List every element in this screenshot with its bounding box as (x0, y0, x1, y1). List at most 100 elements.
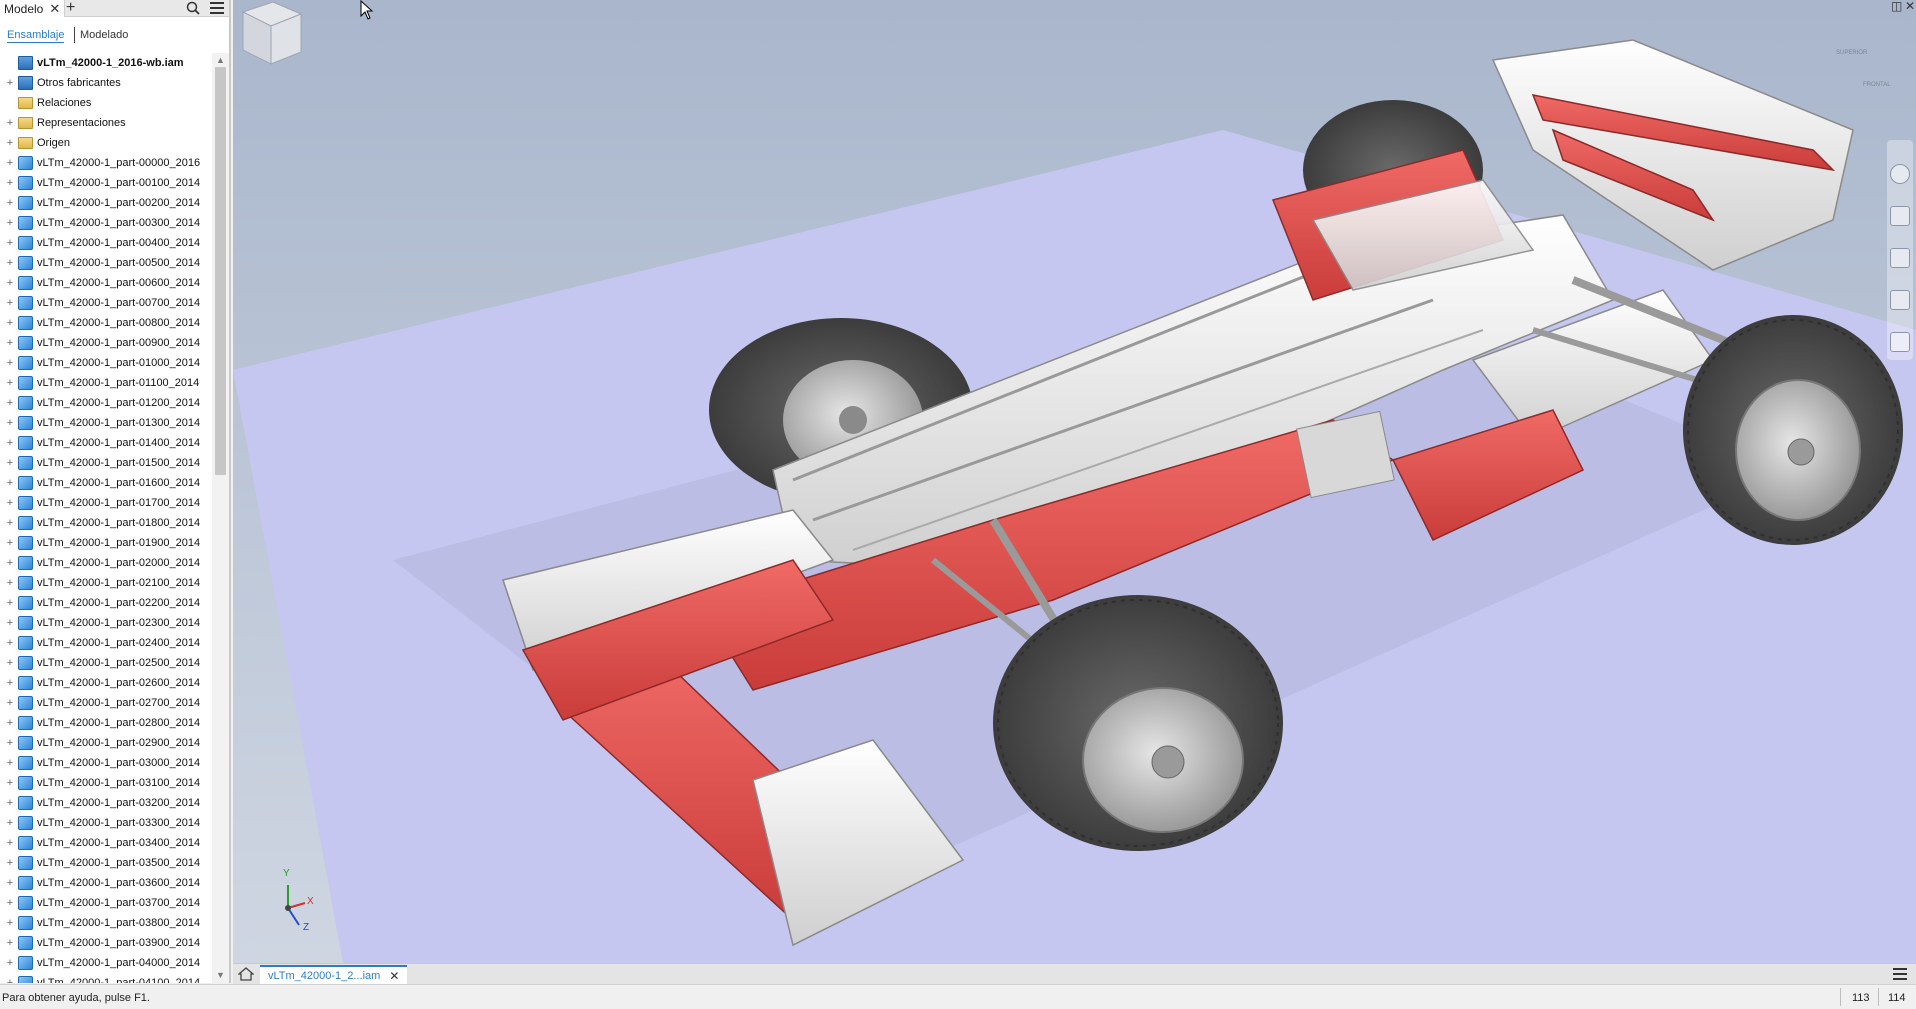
expand-icon[interactable]: + (5, 777, 15, 789)
expand-icon[interactable]: + (5, 377, 15, 389)
tree-scrollbar[interactable]: ▲ ▼ (212, 53, 229, 983)
tree-item[interactable]: + vLTm_42000-1_part-03000_2014 (0, 753, 212, 773)
tree-item[interactable]: + vLTm_42000-1_part-01400_2014 (0, 433, 212, 453)
tree-item[interactable]: + vLTm_42000-1_part-03300_2014 (0, 813, 212, 833)
expand-icon[interactable]: + (5, 937, 15, 949)
tree-item[interactable]: + vLTm_42000-1_part-00600_2014 (0, 273, 212, 293)
tab-modelado[interactable]: Modelado (80, 28, 128, 42)
expand-icon[interactable]: + (5, 717, 15, 729)
tree-item[interactable]: + vLTm_42000-1_part-03800_2014 (0, 913, 212, 933)
expand-icon[interactable]: + (5, 657, 15, 669)
tree-item[interactable]: + vLTm_42000-1_part-01700_2014 (0, 493, 212, 513)
expand-icon[interactable]: + (5, 337, 15, 349)
home-icon[interactable] (238, 967, 254, 981)
tree-item[interactable]: + vLTm_42000-1_part-01500_2014 (0, 453, 212, 473)
expand-icon[interactable]: + (5, 557, 15, 569)
expand-icon[interactable]: + (5, 357, 15, 369)
expand-icon[interactable]: + (5, 437, 15, 449)
tree-item[interactable]: + vLTm_42000-1_part-04000_2014 (0, 953, 212, 973)
tree-item[interactable]: + vLTm_42000-1_part-01200_2014 (0, 393, 212, 413)
tree-item[interactable]: + vLTm_42000-1_part-02800_2014 (0, 713, 212, 733)
expand-icon[interactable]: + (5, 137, 15, 149)
expand-icon[interactable]: + (5, 237, 15, 249)
add-panel-icon[interactable]: + (66, 0, 75, 17)
tree-item[interactable]: + vLTm_42000-1_part-00800_2014 (0, 313, 212, 333)
expand-icon[interactable]: + (5, 797, 15, 809)
tree-item[interactable]: + vLTm_42000-1_part-02700_2014 (0, 693, 212, 713)
expand-icon[interactable]: + (5, 677, 15, 689)
scroll-down-icon[interactable]: ▼ (216, 970, 225, 980)
expand-icon[interactable]: + (5, 417, 15, 429)
tree-item[interactable]: + vLTm_42000-1_part-02900_2014 (0, 733, 212, 753)
expand-icon[interactable]: + (5, 257, 15, 269)
expand-icon[interactable]: + (5, 537, 15, 549)
tree-item[interactable]: + vLTm_42000-1_part-02400_2014 (0, 633, 212, 653)
expand-icon[interactable]: + (5, 817, 15, 829)
tree-item[interactable]: + vLTm_42000-1_part-02600_2014 (0, 673, 212, 693)
tree-item[interactable]: + Representaciones (0, 113, 212, 133)
expand-icon[interactable]: + (5, 617, 15, 629)
expand-icon[interactable]: + (5, 117, 15, 129)
tree-item[interactable]: + vLTm_42000-1_part-03900_2014 (0, 933, 212, 953)
expand-icon[interactable]: + (5, 317, 15, 329)
panel-tab-modelo[interactable]: Modelo ✕ (0, 0, 66, 17)
expand-icon[interactable]: + (5, 877, 15, 889)
tree-item[interactable]: + vLTm_42000-1_part-00500_2014 (0, 253, 212, 273)
tree-item[interactable]: + vLTm_42000-1_part-00100_2014 (0, 173, 212, 193)
expand-icon[interactable]: + (5, 857, 15, 869)
expand-icon[interactable]: + (5, 837, 15, 849)
expand-icon[interactable]: + (5, 637, 15, 649)
expand-icon[interactable]: + (5, 277, 15, 289)
tab-ensamblaje[interactable]: Ensamblaje (7, 28, 65, 43)
tree-root-item[interactable]: vLTm_42000-1_2016-wb.iam (0, 53, 212, 73)
tree-item[interactable]: + vLTm_42000-1_part-01300_2014 (0, 413, 212, 433)
steering-wheel-icon[interactable] (1890, 164, 1910, 184)
expand-icon[interactable]: + (5, 457, 15, 469)
viewcube[interactable] (233, 0, 307, 80)
tree-item[interactable]: + vLTm_42000-1_part-00200_2014 (0, 193, 212, 213)
close-icon[interactable]: ✕ (389, 969, 399, 983)
tree-item[interactable]: + Otros fabricantes (0, 73, 212, 93)
document-tab-active[interactable]: vLTm_42000-1_2...iam ✕ (260, 965, 408, 984)
expand-icon[interactable]: + (5, 917, 15, 929)
expand-icon[interactable]: + (5, 297, 15, 309)
tree-item[interactable]: + vLTm_42000-1_part-02100_2014 (0, 573, 212, 593)
tree-item[interactable]: + vLTm_42000-1_part-03400_2014 (0, 833, 212, 853)
expand-icon[interactable]: + (5, 497, 15, 509)
expand-icon[interactable]: + (5, 77, 15, 89)
tree-item[interactable]: + vLTm_42000-1_part-00400_2014 (0, 233, 212, 253)
tree-item[interactable]: + vLTm_42000-1_part-04100_2014 (0, 973, 212, 983)
zoom-icon[interactable] (1890, 248, 1910, 268)
tree-item[interactable]: + vLTm_42000-1_part-03700_2014 (0, 893, 212, 913)
expand-icon[interactable]: + (5, 517, 15, 529)
scrollbar-thumb[interactable] (215, 67, 226, 475)
expand-icon[interactable]: + (5, 957, 15, 969)
orbit-icon[interactable] (1890, 290, 1910, 310)
tree-item[interactable]: + vLTm_42000-1_part-02000_2014 (0, 553, 212, 573)
expand-icon[interactable]: + (5, 197, 15, 209)
hamburger-menu-icon[interactable] (210, 2, 224, 14)
tree-item[interactable]: + vLTm_42000-1_part-02300_2014 (0, 613, 212, 633)
graphics-viewport[interactable]: Y X Z SUPERIOR FRONTAL ◫ ✕ (233, 0, 1916, 963)
tree-item[interactable]: + vLTm_42000-1_part-01000_2014 (0, 353, 212, 373)
expand-icon[interactable]: + (5, 157, 15, 169)
look-at-icon[interactable] (1890, 332, 1910, 352)
tree-item[interactable]: + vLTm_42000-1_part-03200_2014 (0, 793, 212, 813)
pan-hand-icon[interactable] (1890, 206, 1910, 226)
tree-item[interactable]: + vLTm_42000-1_part-00000_2016 (0, 153, 212, 173)
tree-item[interactable]: + vLTm_42000-1_part-00900_2014 (0, 333, 212, 353)
expand-icon[interactable]: + (5, 577, 15, 589)
expand-icon[interactable]: + (5, 217, 15, 229)
tree-item[interactable]: + vLTm_42000-1_part-02500_2014 (0, 653, 212, 673)
restore-view-icon[interactable]: ◫ (1891, 0, 1902, 13)
expand-icon[interactable]: + (5, 737, 15, 749)
tree-item[interactable]: + vLTm_42000-1_part-01900_2014 (0, 533, 212, 553)
expand-icon[interactable]: + (5, 477, 15, 489)
close-icon[interactable]: ✕ (49, 1, 60, 17)
expand-icon[interactable]: + (5, 757, 15, 769)
expand-icon[interactable]: + (5, 697, 15, 709)
expand-icon[interactable]: + (5, 177, 15, 189)
tree-item[interactable]: + vLTm_42000-1_part-03500_2014 (0, 853, 212, 873)
expand-icon[interactable]: + (5, 897, 15, 909)
tree-item[interactable]: + vLTm_42000-1_part-02200_2014 (0, 593, 212, 613)
